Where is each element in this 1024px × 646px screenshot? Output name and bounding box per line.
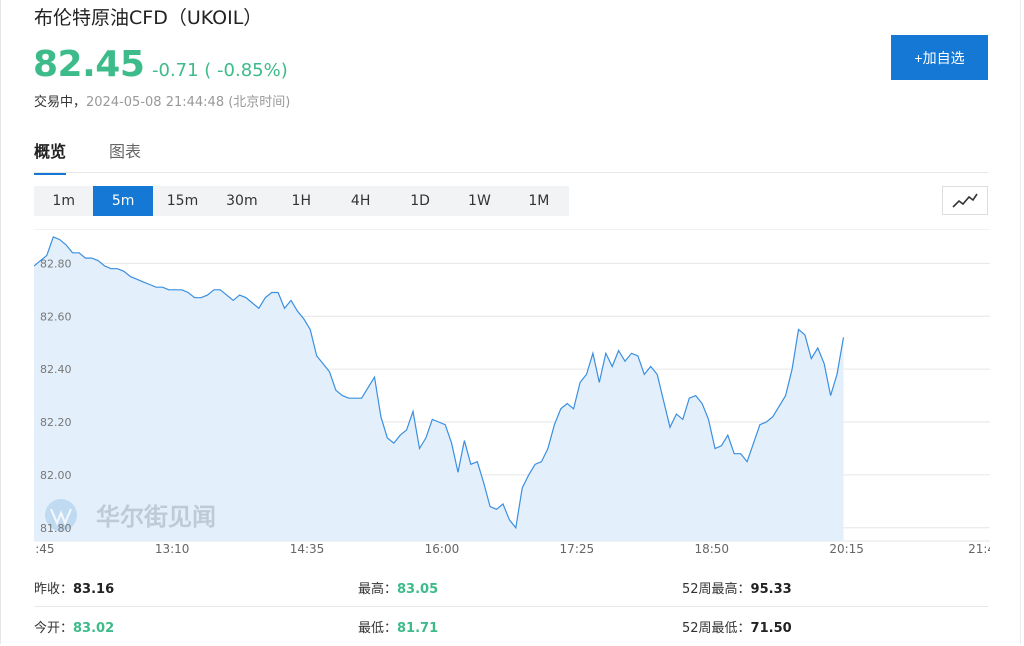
stat-value: 71.50 xyxy=(750,621,792,636)
period-15m[interactable]: 15m xyxy=(153,186,212,216)
x-axis: 11:45 13:10 14:35 16:00 17:25 18:50 20:15 21:4 xyxy=(34,542,990,556)
stat-label: 今开： xyxy=(34,621,74,636)
stat-52w-low: 52周最低：71.50 xyxy=(682,617,792,636)
line-chart-icon xyxy=(952,193,978,208)
y-tick-label: 82.40 xyxy=(40,363,72,376)
period-5m[interactable]: 5m xyxy=(93,186,153,216)
x-tick-label: 16:00 xyxy=(425,542,460,556)
stat-label: 52周最低： xyxy=(682,621,751,636)
tabs-divider xyxy=(34,172,988,173)
period-30m[interactable]: 30m xyxy=(212,186,271,216)
y-tick-label: 82.80 xyxy=(40,257,72,270)
add-watchlist-button[interactable]: +加自选 xyxy=(891,35,988,80)
stats-table: 昨收：83.16 最高：83.05 52周最高：95.33 今开：83.02 最… xyxy=(34,568,988,646)
y-tick-label: 82.60 xyxy=(40,310,72,323)
period-1h[interactable]: 1H xyxy=(272,186,331,216)
instrument-title: 布伦特原油CFD（UKOIL） xyxy=(34,7,263,29)
stat-label: 52周最高： xyxy=(682,581,751,597)
main-tabs: 概览 图表 xyxy=(34,138,141,175)
stat-label: 昨收： xyxy=(34,581,74,597)
stat-value: 83.16 xyxy=(73,581,115,597)
period-1mo[interactable]: 1M xyxy=(509,186,568,216)
period-1m[interactable]: 1m xyxy=(34,186,93,216)
chart-type-button[interactable] xyxy=(942,186,988,215)
price-area xyxy=(34,236,844,541)
period-4h[interactable]: 4H xyxy=(331,186,390,216)
stat-52w-high: 52周最高：95.33 xyxy=(682,578,792,597)
period-selector: 1m 5m 15m 30m 1H 4H 1D 1W 1M xyxy=(34,186,569,216)
trading-status: 交易中，2024-05-08 21:44:48 (北京时间) xyxy=(34,91,290,110)
price-change: -0.71 ( -0.85%) xyxy=(152,60,288,81)
watermark-text: 华尔街见闻 xyxy=(96,503,216,531)
y-tick-label: 82.20 xyxy=(40,416,72,429)
stat-high: 最高：83.05 xyxy=(358,578,682,597)
stat-value: 95.33 xyxy=(750,581,792,597)
x-tick-label: 17:25 xyxy=(560,542,595,556)
tab-overview[interactable]: 概览 xyxy=(34,138,67,175)
status-timestamp: 2024-05-08 21:44:48 (北京时间) xyxy=(86,95,291,110)
x-tick-label: 20:15 xyxy=(829,542,864,556)
frame-left-border xyxy=(0,0,1,644)
stat-open: 今开：83.02 xyxy=(34,617,358,636)
x-tick-label: 11:45 xyxy=(34,542,55,556)
period-1w[interactable]: 1W xyxy=(450,186,509,216)
x-tick-label: 14:35 xyxy=(290,542,325,556)
stat-value: 83.05 xyxy=(397,581,439,597)
x-tick-label: 18:50 xyxy=(694,542,729,556)
stat-value: 83.02 xyxy=(73,621,115,636)
x-tick-label: 13:10 xyxy=(155,542,190,556)
price-chart[interactable]: 华尔街见闻 82.80 82.60 82.40 82.20 82.00 81.80 11:… xyxy=(34,229,990,556)
status-label: 交易中， xyxy=(34,95,87,110)
last-price: 82.45 xyxy=(33,44,145,85)
x-tick-label: 21:4 xyxy=(968,542,990,556)
y-tick-label: 82.00 xyxy=(40,469,72,482)
period-1d[interactable]: 1D xyxy=(390,186,449,216)
stat-value: 81.71 xyxy=(397,621,439,636)
stat-prev-close: 昨收：83.16 xyxy=(34,578,358,597)
stat-label: 最高： xyxy=(358,581,398,597)
y-tick-label: 81.80 xyxy=(40,522,72,535)
stat-label: 最低： xyxy=(358,621,398,636)
stats-row: 今开：83.02 最低：81.71 52周最低：71.50 xyxy=(34,607,988,646)
stat-low: 最低：81.71 xyxy=(358,617,682,636)
frame-right-border xyxy=(1020,0,1021,644)
stats-row: 昨收：83.16 最高：83.05 52周最高：95.33 xyxy=(34,568,988,607)
tab-chart[interactable]: 图表 xyxy=(109,138,141,175)
